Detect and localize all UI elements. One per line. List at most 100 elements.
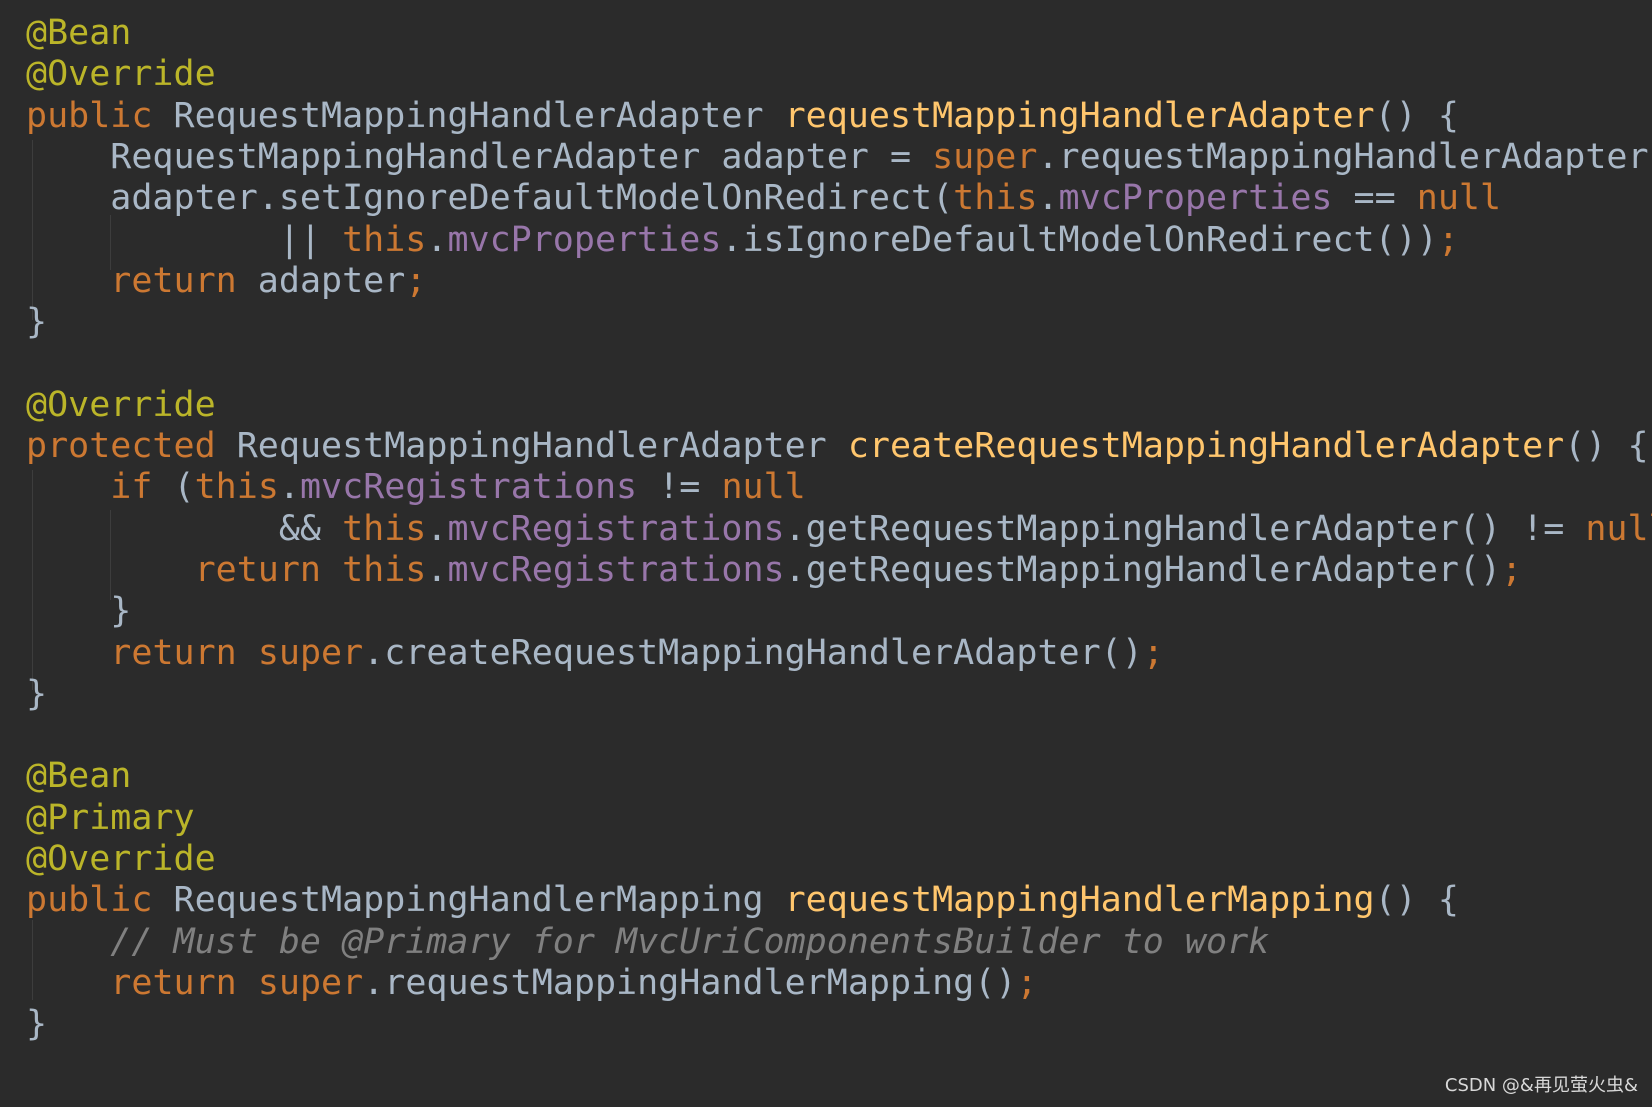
code-token: } — [26, 673, 48, 714]
code-line: public RequestMappingHandlerAdapter requ… — [26, 95, 1459, 138]
code-token: RequestMappingHandlerAdapter adapter = — [26, 136, 933, 177]
code-token: return — [110, 632, 237, 673]
code-token: requestMappingHandlerMapping — [784, 880, 1375, 921]
code-line: && this.mvcRegistrations.getRequestMappi… — [26, 508, 1652, 551]
code-token: ; — [1501, 549, 1523, 590]
code-token: ; — [405, 260, 427, 301]
code-token: this — [342, 219, 427, 260]
code-token: RequestMappingHandlerAdapter — [215, 426, 848, 466]
code-line: if (this.mvcRegistrations != null — [26, 466, 806, 509]
code-token: // Must be @Primary for MvcUriComponents… — [26, 921, 1270, 962]
code-token: this — [194, 467, 279, 508]
code-token: .isIgnoreDefaultModelOnRedirect()) — [721, 219, 1438, 260]
code-token: } — [26, 1004, 48, 1045]
code-token: . — [426, 219, 448, 260]
code-token: . — [1037, 178, 1059, 219]
code-token: super — [932, 136, 1038, 177]
code-token: mvcProperties — [447, 219, 722, 260]
code-line: return super.createRequestMappingHandler… — [26, 632, 1164, 675]
code-token: != — [637, 467, 722, 508]
code-line: @Override — [26, 53, 216, 96]
code-line: return super.requestMappingHandlerMappin… — [26, 962, 1037, 1005]
code-token: requestMappingHandlerAdapter — [784, 95, 1375, 136]
code-token: .requestMappingHandlerAdapter() — [1037, 136, 1652, 177]
code-line: @Bean — [26, 755, 131, 798]
code-token: null — [1585, 508, 1652, 549]
code-token: mvcRegistrations — [447, 508, 785, 549]
code-token: null — [721, 467, 806, 508]
code-token: return — [194, 549, 322, 590]
code-token: if — [110, 467, 153, 508]
code-token: .requestMappingHandlerMapping() — [363, 962, 1017, 1003]
code-line: // Must be @Primary for MvcUriComponents… — [26, 921, 1269, 964]
code-token: this — [953, 178, 1038, 219]
code-token: .getRequestMappingHandlerAdapter() — [784, 549, 1502, 590]
code-token: @Override — [26, 839, 216, 879]
code-token: ; — [1016, 962, 1038, 1003]
code-token: && — [26, 508, 343, 549]
code-line: || this.mvcProperties.isIgnoreDefaultMod… — [26, 219, 1459, 262]
code-line: @Bean — [26, 12, 131, 55]
code-token: mvcRegistrations — [299, 467, 638, 508]
code-line: RequestMappingHandlerAdapter adapter = s… — [26, 136, 1652, 179]
code-token: ( — [152, 467, 195, 508]
code-token: @Bean — [26, 13, 132, 53]
code-line: public RequestMappingHandlerMapping requ… — [26, 879, 1459, 922]
code-token: } — [26, 302, 48, 343]
code-token: () { — [1564, 426, 1649, 466]
code-line: adapter.setIgnoreDefaultModelOnRedirect(… — [26, 177, 1501, 220]
code-token: public — [26, 95, 153, 136]
code-token: return — [110, 962, 237, 1003]
code-token: this — [342, 508, 427, 549]
code-line: } — [26, 673, 47, 716]
code-token: == — [1332, 178, 1417, 219]
code-token: super — [257, 632, 364, 673]
code-token: @Primary — [26, 797, 195, 838]
code-line: } — [26, 1003, 47, 1046]
code-editor[interactable]: @Bean @Override public RequestMappingHandl… — [0, 0, 1652, 1107]
code-token: RequestMappingHandlerAdapter — [152, 95, 785, 136]
code-line: protected RequestMappingHandlerAdapter c… — [26, 425, 1649, 468]
code-token: mvcRegistrations — [447, 549, 785, 590]
code-line: return this.mvcRegistrations.getRequestM… — [26, 549, 1523, 592]
code-token: } — [26, 591, 132, 632]
code-token: adapter — [236, 260, 406, 301]
code-line: @Primary — [26, 797, 195, 840]
code-token: ; — [1142, 632, 1164, 673]
watermark: CSDN @&再见萤火虫& — [1444, 1075, 1638, 1096]
code-token: createRequestMappingHandlerAdapter — [847, 426, 1565, 466]
code-token: RequestMappingHandlerMapping — [152, 880, 785, 921]
code-token: .createRequestMappingHandlerAdapter() — [363, 632, 1143, 673]
code-token: adapter.setIgnoreDefaultModelOnRedirect( — [26, 178, 954, 219]
code-line: } — [26, 301, 47, 344]
code-token: null — [1416, 178, 1502, 219]
code-token: .getRequestMappingHandlerAdapter() != — [784, 508, 1586, 549]
code-token: @Override — [26, 54, 216, 95]
code-token: this — [342, 549, 427, 590]
code-token: () { — [1374, 880, 1459, 921]
code-token: mvcProperties — [1058, 178, 1333, 219]
code-token: () { — [1374, 95, 1459, 136]
code-token: return — [110, 260, 237, 301]
code-token: super — [257, 962, 364, 1003]
code-line: @Override — [26, 384, 216, 427]
code-line: @Override — [26, 838, 216, 881]
code-token: @Override — [26, 384, 216, 425]
code-token: public — [26, 880, 153, 921]
code-token: ; — [1437, 219, 1459, 260]
code-line: return adapter; — [26, 260, 426, 303]
code-token: || — [26, 219, 343, 260]
code-token: . — [278, 467, 300, 508]
code-token: . — [426, 549, 448, 590]
code-token: protected — [26, 426, 216, 466]
code-token: @Bean — [26, 756, 132, 797]
code-line: } — [26, 590, 131, 633]
